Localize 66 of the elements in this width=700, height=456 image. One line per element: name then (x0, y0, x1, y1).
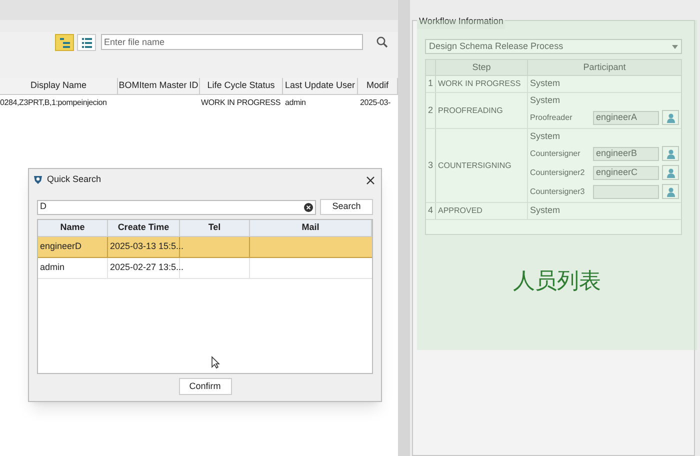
step-number: 4 (428, 204, 433, 218)
view-toggle-button[interactable] (77, 34, 96, 51)
participant-field[interactable]: engineerC (593, 166, 659, 180)
column-header[interactable]: Display Name (0, 78, 118, 94)
participant-field[interactable]: engineerB (593, 146, 659, 160)
table-cell: admin (285, 96, 306, 108)
column-header[interactable]: Tel (180, 220, 250, 236)
participant-label: System (530, 204, 560, 218)
column-header[interactable]: Mail (250, 220, 372, 236)
process-dropdown[interactable]: Design Schema Release Process (425, 39, 682, 54)
participant-label: System (530, 94, 560, 108)
column-header[interactable]: Name (38, 220, 108, 236)
person-icon (666, 148, 676, 158)
participant-label: System (530, 77, 560, 90)
participant-label: System (530, 130, 560, 144)
participant-field[interactable] (593, 184, 659, 198)
search-query-field[interactable]: D (37, 200, 316, 214)
table-cell: 2025-03- (360, 96, 390, 108)
view-toggle-button[interactable] (55, 34, 74, 51)
step-name: APPROVED (438, 205, 482, 217)
participant-label: Countersigner2 (530, 166, 586, 178)
participant-label: Proofreader (530, 112, 574, 124)
step-number: 2 (428, 104, 433, 117)
step-name: COUNTERSIGNING (438, 160, 512, 172)
file-name-field[interactable]: Enter file name (101, 34, 363, 50)
select-person-button[interactable] (662, 165, 679, 180)
step-name: WORK IN PROGRESS (438, 78, 521, 90)
dropdown-caret-icon (672, 44, 678, 48)
user-row[interactable]: admin 2025-02-27 13:5... (38, 258, 372, 279)
column-header: Participant (583, 60, 626, 74)
tree-view-icon (58, 36, 70, 48)
confirm-button[interactable]: Confirm (178, 378, 232, 395)
column-header[interactable]: BOMItem Master ID (118, 78, 200, 94)
step-number: 3 (428, 158, 433, 172)
search-icon[interactable] (376, 36, 388, 48)
person-icon (666, 186, 676, 196)
table-cell-text: admin (40, 261, 65, 274)
table-cell-text: 2025-03-13 15:5... (110, 240, 184, 254)
select-person-button[interactable] (662, 146, 679, 161)
table-cell: 0284,Z3PRT,B,1:pompeinjecion (0, 96, 107, 108)
select-person-button[interactable] (662, 110, 679, 125)
column-header[interactable]: Last Update User (283, 78, 358, 94)
participant-label: Countersigner (530, 148, 582, 160)
column-header[interactable]: Life Cycle Status (200, 78, 283, 94)
overlay-label: 人员列表 (513, 266, 601, 294)
select-person-button[interactable] (662, 184, 679, 199)
participant-label: Countersigner3 (530, 186, 586, 198)
list-view-icon (80, 36, 92, 48)
clear-icon[interactable] (304, 202, 313, 212)
table-cell: WORK IN PROGRESS (201, 96, 280, 108)
user-row[interactable]: engineerD 2025-03-13 15:5... (38, 237, 372, 258)
close-icon[interactable] (366, 176, 375, 184)
dialog-title: Quick Search (47, 173, 102, 186)
step-name: PROOFREADING (438, 104, 503, 116)
mouse-cursor-icon (210, 356, 220, 369)
step-number: 1 (428, 77, 433, 90)
person-icon (666, 112, 676, 122)
column-header[interactable]: Create Time (108, 220, 180, 236)
table-cell-text: engineerD (40, 240, 82, 254)
app-icon (33, 175, 43, 185)
person-icon (666, 168, 676, 178)
group-title: Workflow Information (417, 15, 506, 28)
search-button[interactable]: Search (320, 199, 373, 215)
table-cell-text: 2025-02-27 13:5... (110, 261, 184, 274)
participant-field[interactable]: engineerA (593, 110, 659, 124)
column-header: Step (472, 60, 491, 74)
